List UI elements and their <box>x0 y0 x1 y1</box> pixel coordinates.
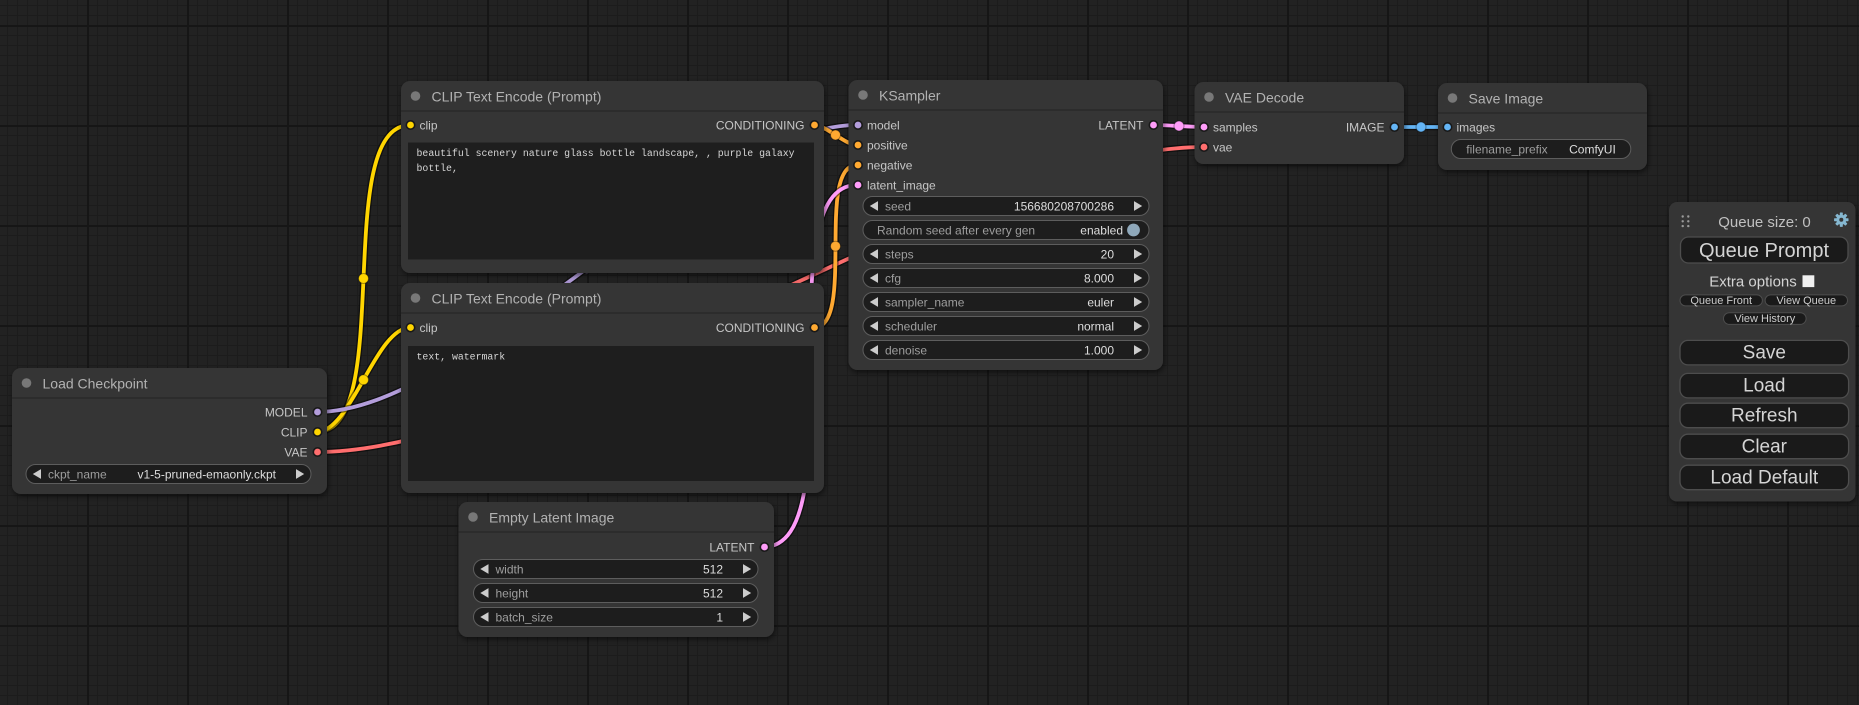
svg-text:model: model <box>867 119 900 133</box>
svg-text:MODEL: MODEL <box>265 406 308 420</box>
svg-text:LATENT: LATENT <box>1098 119 1144 133</box>
svg-text:positive: positive <box>867 139 908 153</box>
svg-text:euler: euler <box>1087 296 1114 310</box>
svg-text:Refresh: Refresh <box>1731 405 1798 426</box>
svg-text:normal: normal <box>1077 320 1114 334</box>
svg-text:batch_size: batch_size <box>496 611 554 625</box>
svg-text:scheduler: scheduler <box>885 320 937 334</box>
svg-text:height: height <box>496 587 529 601</box>
svg-text:seed: seed <box>885 200 911 214</box>
svg-text:VAE Decode: VAE Decode <box>1225 89 1304 105</box>
svg-text:Random seed after every gen: Random seed after every gen <box>877 224 1035 238</box>
svg-text:IMAGE: IMAGE <box>1346 121 1385 135</box>
svg-text:Load: Load <box>1743 376 1785 397</box>
svg-text:beautiful scenery nature glass: beautiful scenery nature glass bottle la… <box>417 148 795 159</box>
svg-text:View History: View History <box>1734 313 1795 325</box>
svg-text:steps: steps <box>885 248 914 262</box>
svg-text:CLIP: CLIP <box>281 426 308 440</box>
svg-text:Clear: Clear <box>1742 436 1788 457</box>
svg-text:Queue Front: Queue Front <box>1690 295 1752 307</box>
svg-text:512: 512 <box>703 563 723 577</box>
svg-text:156680208700286: 156680208700286 <box>1014 200 1114 214</box>
svg-text:ckpt_name: ckpt_name <box>48 468 107 482</box>
svg-text:CLIP Text Encode (Prompt): CLIP Text Encode (Prompt) <box>432 290 602 306</box>
svg-text:denoise: denoise <box>885 344 927 358</box>
svg-text:width: width <box>495 563 524 577</box>
svg-text:1.000: 1.000 <box>1084 344 1114 358</box>
svg-text:8.000: 8.000 <box>1084 272 1114 286</box>
svg-text:CONDITIONING: CONDITIONING <box>716 321 805 335</box>
svg-text:text, watermark: text, watermark <box>417 352 506 363</box>
svg-text:CLIP Text Encode (Prompt): CLIP Text Encode (Prompt) <box>432 88 602 104</box>
svg-text:LATENT: LATENT <box>709 541 755 555</box>
svg-text:filename_prefix: filename_prefix <box>1466 143 1547 157</box>
svg-text:Save Image: Save Image <box>1469 90 1544 106</box>
svg-text:vae: vae <box>1213 141 1233 155</box>
svg-text:20: 20 <box>1101 248 1115 262</box>
svg-text:Queue Prompt: Queue Prompt <box>1699 240 1830 262</box>
svg-text:negative: negative <box>867 159 913 173</box>
svg-text:enabled: enabled <box>1080 224 1123 238</box>
svg-text:cfg: cfg <box>885 272 901 286</box>
svg-text:bottle,: bottle, <box>417 163 458 174</box>
svg-text:Save: Save <box>1743 343 1786 364</box>
svg-text:View Queue: View Queue <box>1776 295 1836 307</box>
svg-text:Load Default: Load Default <box>1710 467 1818 488</box>
svg-text:CONDITIONING: CONDITIONING <box>716 119 805 133</box>
svg-text:1: 1 <box>716 611 723 625</box>
svg-text:ComfyUI: ComfyUI <box>1569 143 1616 157</box>
svg-text:VAE: VAE <box>284 446 307 460</box>
svg-text:Queue size: 0: Queue size: 0 <box>1718 214 1811 231</box>
svg-text:samples: samples <box>1213 121 1258 135</box>
svg-text:clip: clip <box>420 321 438 335</box>
svg-text:Extra options: Extra options <box>1709 273 1797 290</box>
svg-text:latent_image: latent_image <box>867 179 936 193</box>
svg-text:Empty Latent Image: Empty Latent Image <box>489 509 615 525</box>
svg-text:clip: clip <box>420 119 438 133</box>
svg-text:KSampler: KSampler <box>879 87 941 103</box>
svg-text:images: images <box>1457 121 1496 135</box>
svg-text:512: 512 <box>703 587 723 601</box>
svg-text:Load Checkpoint: Load Checkpoint <box>43 375 148 391</box>
svg-text:sampler_name: sampler_name <box>885 296 965 310</box>
svg-text:v1-5-pruned-emaonly.ckpt: v1-5-pruned-emaonly.ckpt <box>137 468 276 482</box>
